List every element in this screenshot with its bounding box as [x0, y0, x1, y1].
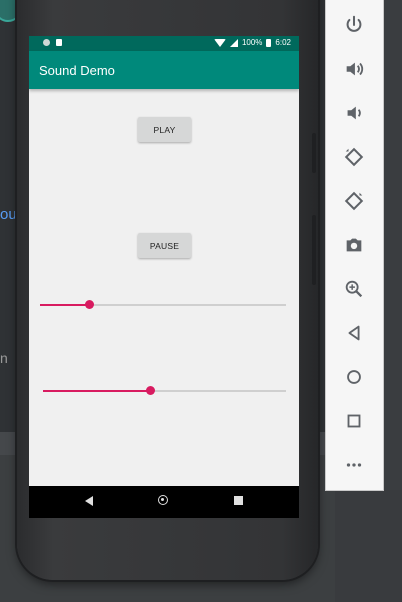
phone-screen: 100% 6:02 Sound Demo PLAY PAUSE [29, 36, 299, 518]
seekbar-fill [43, 390, 150, 392]
overview-icon[interactable] [342, 409, 366, 433]
status-bar: 100% 6:02 [29, 36, 299, 51]
app-title: Sound Demo [39, 63, 115, 78]
notification-circle-icon [43, 39, 50, 46]
phone-power-key [312, 133, 316, 173]
emulator-toolbar [325, 0, 384, 491]
ide-side-strip [335, 490, 402, 602]
nav-back-icon[interactable] [85, 496, 93, 506]
nav-home-icon[interactable] [158, 495, 168, 505]
app-bar: Sound Demo [29, 51, 299, 89]
rotate-right-icon[interactable] [342, 189, 366, 213]
wifi-icon [213, 38, 226, 47]
zoom-icon[interactable] [342, 277, 366, 301]
seekbar-thumb[interactable] [85, 300, 95, 309]
pause-button[interactable]: PAUSE [138, 233, 191, 258]
more-icon[interactable] [342, 453, 366, 477]
cell-signal-icon [229, 38, 238, 47]
phone-volume-key [312, 215, 316, 285]
battery-icon [266, 38, 272, 47]
ide-text-fragment: n [0, 350, 8, 366]
home-icon[interactable] [342, 365, 366, 389]
battery-percent: 100% [241, 38, 263, 47]
navigation-bar [29, 486, 299, 518]
progress-seekbar[interactable] [43, 385, 286, 397]
camera-icon[interactable] [342, 233, 366, 257]
volume-down-icon[interactable] [342, 101, 366, 125]
sd-card-icon [56, 39, 62, 46]
volume-seekbar[interactable] [40, 299, 286, 311]
rotate-left-icon[interactable] [342, 145, 366, 169]
seekbar-thumb[interactable] [145, 386, 155, 395]
clock: 6:02 [275, 38, 291, 47]
ide-text-fragment: ou [0, 206, 17, 223]
nav-recents-icon[interactable] [234, 496, 243, 505]
power-icon[interactable] [342, 13, 366, 37]
volume-up-icon[interactable] [342, 57, 366, 81]
seekbar-fill [40, 304, 90, 306]
back-icon[interactable] [342, 321, 366, 345]
play-button[interactable]: PLAY [138, 117, 191, 142]
